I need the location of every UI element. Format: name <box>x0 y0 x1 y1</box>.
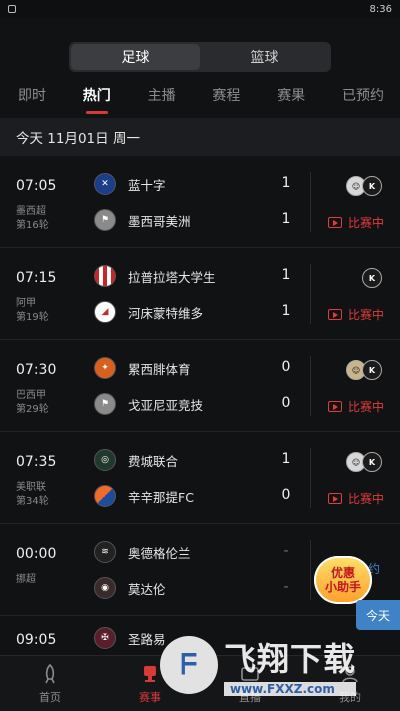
date-header: 今天 11月01日 周一 <box>0 118 400 156</box>
match-time: 07:15 <box>16 270 57 286</box>
team-crest-icon: ⚑ <box>94 393 116 415</box>
team-crest-icon: ◎ <box>94 449 116 471</box>
divider <box>310 356 311 416</box>
divider <box>310 264 311 324</box>
match-time: 07:30 <box>16 362 57 378</box>
tab-anchors[interactable]: 主播 <box>148 85 176 105</box>
divider <box>310 172 311 232</box>
anchor-avatar: K <box>362 176 382 196</box>
tab-football[interactable]: 足球 <box>71 44 200 70</box>
away-score: 0 <box>281 487 291 503</box>
team-crest-icon <box>94 485 116 507</box>
team-crest-icon: ✕ <box>94 173 116 195</box>
tab-booked[interactable]: 已预约 <box>342 85 384 105</box>
anchor-avatar: K <box>362 452 382 472</box>
home-score: - <box>283 543 289 559</box>
away-score: 1 <box>281 303 291 319</box>
anchor-avatars[interactable]: ☺ K <box>346 176 382 196</box>
away-team: 辛辛那提FC <box>94 484 304 508</box>
match-time: 00:00 <box>16 546 57 562</box>
anchor-avatars[interactable]: ☺ K <box>346 360 382 380</box>
match-time: 07:35 <box>16 454 57 470</box>
home-team: ✕ 蓝十字 <box>94 172 304 196</box>
watermark-logo-icon: ᖴ <box>160 636 218 694</box>
trophy-icon <box>139 663 161 685</box>
home-score: 0 <box>281 359 291 375</box>
away-team: ⚑ 墨西哥美洲 <box>94 208 304 232</box>
live-badge[interactable]: 比赛中 <box>327 398 384 415</box>
team-crest-icon: ≋ <box>94 541 116 563</box>
match-league: 挪超 <box>16 574 36 585</box>
away-team: ◢ 河床蒙特维多 <box>94 300 304 324</box>
live-badge[interactable]: 比赛中 <box>327 490 384 507</box>
match-league: 巴西甲 第29轮 <box>16 390 49 415</box>
match-league: 墨西超 第16轮 <box>16 206 49 231</box>
promo-assistant-button[interactable]: 优惠 小助手 <box>314 556 372 604</box>
team-crest-icon: ✠ <box>94 627 116 649</box>
match-row[interactable]: 07:35 美职联 第34轮 ◎ 费城联合 辛辛那提FC 1 0 ☺ K 比赛中 <box>0 432 400 524</box>
anchor-avatar: K <box>362 360 382 380</box>
watermark: ᖴ 飞翔下载 www.FXXZ.com <box>160 622 396 708</box>
match-league: 阿甲 第19轮 <box>16 298 49 323</box>
tab-basketball[interactable]: 篮球 <box>200 44 329 70</box>
away-score: 0 <box>281 395 291 411</box>
sport-switch: 足球 篮球 <box>69 42 331 72</box>
home-team: ≋ 奥德格伦兰 <box>94 540 304 564</box>
away-team: ◉ 莫达伦 <box>94 576 304 600</box>
play-icon <box>327 401 342 412</box>
tab-live-now[interactable]: 即时 <box>18 85 46 105</box>
play-icon <box>327 493 342 504</box>
tab-results[interactable]: 赛果 <box>277 85 305 105</box>
home-score: 1 <box>281 175 291 191</box>
status-bar: 8:36 <box>0 0 400 18</box>
away-score: - <box>283 579 289 595</box>
match-league: 美职联 第34轮 <box>16 482 49 507</box>
notification-icon <box>8 5 16 13</box>
match-row[interactable]: 07:05 墨西超 第16轮 ✕ 蓝十字 ⚑ 墨西哥美洲 1 1 ☺ K 比赛中 <box>0 156 400 248</box>
match-time: 09:05 <box>16 632 57 648</box>
anchor-avatars[interactable]: K <box>362 268 382 288</box>
divider <box>310 540 311 600</box>
play-icon <box>327 217 342 228</box>
live-badge[interactable]: 比赛中 <box>327 214 384 231</box>
play-icon <box>327 309 342 320</box>
rocket-icon <box>39 663 61 685</box>
away-score: 1 <box>281 211 291 227</box>
anchor-avatar: K <box>362 268 382 288</box>
home-team: 拉普拉塔大学生 <box>94 264 304 288</box>
team-crest-icon <box>94 265 116 287</box>
team-crest-icon: ◉ <box>94 577 116 599</box>
status-time: 8:36 <box>369 3 392 15</box>
team-crest-icon: ⚑ <box>94 209 116 231</box>
away-team: ⚑ 戈亚尼亚竞技 <box>94 392 304 416</box>
match-time: 07:05 <box>16 178 57 194</box>
match-filter-tabs: 即时 热门 主播 赛程 赛果 已预约 <box>0 82 400 108</box>
home-score: 1 <box>281 267 291 283</box>
tab-hot[interactable]: 热门 <box>83 85 111 105</box>
match-row[interactable]: 07:30 巴西甲 第29轮 ✦ 累西腓体育 ⚑ 戈亚尼亚竞技 0 0 ☺ K 比… <box>0 340 400 432</box>
match-row[interactable]: 07:15 阿甲 第19轮 拉普拉塔大学生 ◢ 河床蒙特维多 1 1 K 比赛中 <box>0 248 400 340</box>
live-badge[interactable]: 比赛中 <box>327 306 384 323</box>
nav-home[interactable]: 首页 <box>0 656 100 711</box>
anchor-avatars[interactable]: ☺ K <box>346 452 382 472</box>
home-score: 1 <box>281 451 291 467</box>
tab-schedule[interactable]: 赛程 <box>212 85 240 105</box>
team-crest-icon: ◢ <box>94 301 116 323</box>
home-team: ◎ 费城联合 <box>94 448 304 472</box>
divider <box>310 448 311 508</box>
team-crest-icon: ✦ <box>94 357 116 379</box>
home-team: ✦ 累西腓体育 <box>94 356 304 380</box>
